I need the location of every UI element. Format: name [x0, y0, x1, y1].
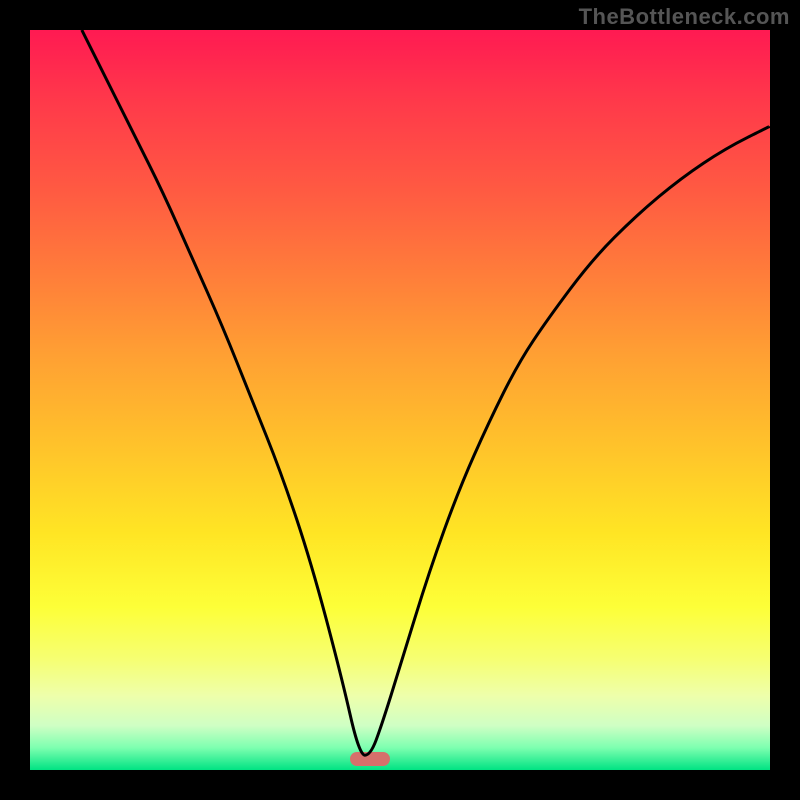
- plot-area: [30, 30, 770, 770]
- curve-path: [82, 30, 770, 755]
- watermark-text: TheBottleneck.com: [579, 4, 790, 30]
- bottleneck-curve: [30, 30, 770, 770]
- chart-frame: TheBottleneck.com: [0, 0, 800, 800]
